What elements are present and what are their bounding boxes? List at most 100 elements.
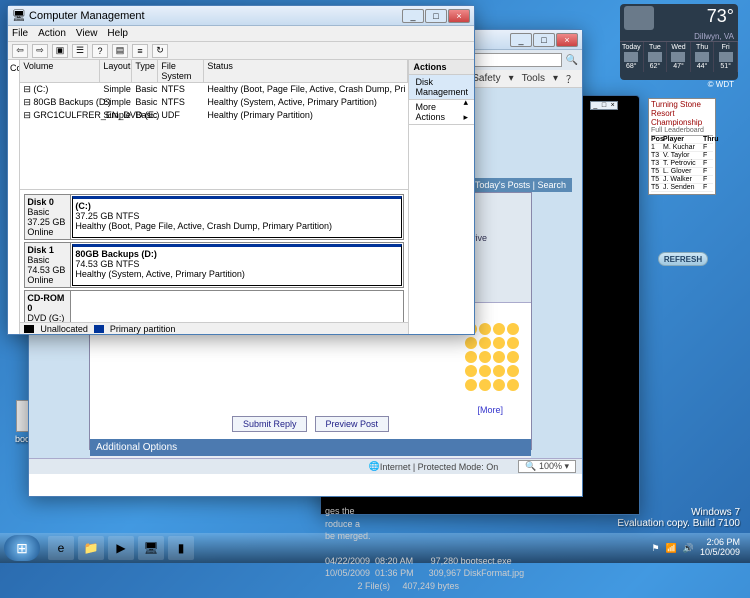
minimize-button[interactable]: _: [510, 33, 532, 47]
weather-location: Dillwyn, VA: [620, 32, 738, 41]
tree-node[interactable]: Services and Applications: [10, 182, 20, 194]
menu-file[interactable]: File: [12, 28, 28, 39]
refresh-icon[interactable]: ↻: [152, 44, 168, 58]
forecast-day[interactable]: Fri51°: [714, 42, 738, 72]
actions-header: Actions: [409, 60, 474, 75]
small-window-controls[interactable]: _□×: [590, 101, 618, 110]
forecast-day[interactable]: Today68°: [620, 42, 644, 72]
tree-node[interactable]: Disk Management: [10, 170, 20, 182]
tray-volume-icon[interactable]: 🔊: [683, 543, 694, 554]
maximize-button[interactable]: □: [533, 33, 555, 47]
system-tray[interactable]: ⚑ 📶 🔊 2:06 PM 10/5/2009: [651, 538, 746, 558]
tray-clock[interactable]: 2:06 PM 10/5/2009: [700, 538, 740, 558]
volume-row[interactable]: ⊟ 80GB Backups (D:)SimpleBasicNTFSHealth…: [20, 96, 408, 109]
tray-flag-icon[interactable]: ⚑: [651, 543, 659, 554]
cm-nav-tree[interactable]: Computer Management (Local)System ToolsT…: [8, 60, 20, 334]
weather-now-icon: [624, 6, 654, 30]
start-button[interactable]: ⊞: [4, 535, 40, 561]
submit-reply-button[interactable]: Submit Reply: [232, 416, 308, 432]
tray-network-icon[interactable]: 📶: [666, 543, 677, 554]
volume-row[interactable]: ⊟ (C:)SimpleBasicNTFSHealthy (Boot, Page…: [20, 83, 408, 96]
refresh-button[interactable]: REFRESH: [658, 252, 708, 266]
close-button[interactable]: ×: [556, 33, 578, 47]
app-icon: 🖥: [12, 9, 26, 22]
volume-row[interactable]: ⊟ GRC1CULFRER_EN_DVD (E:)SimpleBasicUDFH…: [20, 109, 408, 122]
leaderboard-row[interactable]: T5L. GloverF: [651, 168, 713, 176]
col-type[interactable]: Type: [132, 60, 158, 82]
col-layout[interactable]: Layout: [100, 60, 132, 82]
emoji-picker[interactable]: [465, 323, 525, 403]
zoom-control[interactable]: 🔍 100% ▾: [518, 460, 576, 473]
safety-menu[interactable]: Safety: [472, 73, 500, 84]
tree-node[interactable]: Local Users and Groups: [10, 122, 20, 134]
help-icon[interactable]: ？: [566, 71, 576, 86]
preview-post-button[interactable]: Preview Post: [315, 416, 390, 432]
disk-row[interactable]: Disk 0Basic37.25 GBOnline(C:)37.25 GB NT…: [24, 194, 404, 240]
computer-management-window[interactable]: 🖥 Computer Management _ □ × File Action …: [7, 5, 475, 335]
disk-graphical-pane[interactable]: Disk 0Basic37.25 GBOnline(C:)37.25 GB NT…: [20, 190, 408, 322]
cm-toolbar: ⇦ ⇨ ▣ ☰ ? ▤ ≡ ↻: [8, 42, 474, 60]
status-text: Internet | Protected Mode: On: [380, 462, 498, 472]
tree-node[interactable]: Computer Management (Local): [10, 62, 17, 74]
legend-primary-icon: [94, 325, 104, 333]
leaderboard-gadget[interactable]: Turning Stone Resort Championship Full L…: [648, 98, 716, 195]
forward-icon[interactable]: ⇨: [32, 44, 48, 58]
misc-options-label: Miscellaneous Options: [90, 456, 531, 458]
menu-view[interactable]: View: [76, 28, 98, 39]
view-icon[interactable]: ▤: [112, 44, 128, 58]
tools-menu[interactable]: Tools: [522, 73, 545, 84]
taskbar-explorer-icon[interactable]: 📁: [78, 536, 104, 560]
tree-node[interactable]: Shared Folders: [10, 110, 20, 122]
minimize-button[interactable]: _: [402, 9, 424, 23]
disk-legend: Unallocated Primary partition: [20, 322, 408, 334]
disk-row[interactable]: CD-ROM 0DVD (G:)No Media: [24, 290, 404, 322]
up-icon[interactable]: ▣: [52, 44, 68, 58]
lb-title: Turning Stone Resort Championship: [651, 101, 713, 127]
forecast-day[interactable]: Wed47°: [667, 42, 691, 72]
forecast-day[interactable]: Thu44°: [691, 42, 715, 72]
col-fs[interactable]: File System: [158, 60, 204, 82]
taskbar-wmp-icon[interactable]: ▶: [108, 536, 134, 560]
more-emoji-link[interactable]: [More]: [477, 405, 503, 415]
menu-help[interactable]: Help: [107, 28, 128, 39]
leaderboard-row[interactable]: T3T. PetrovicF: [651, 160, 713, 168]
cm-titlebar[interactable]: 🖥 Computer Management _ □ ×: [8, 6, 474, 26]
weather-temp: 73°: [707, 6, 734, 30]
tree-node[interactable]: Storage: [10, 158, 20, 170]
ie-status-bar: 🌐 Internet | Protected Mode: On 🔍 100% ▾: [29, 458, 582, 474]
taskbar-compmgmt-icon[interactable]: 🖥: [138, 536, 164, 560]
col-status[interactable]: Status: [204, 60, 408, 82]
action-disk-management[interactable]: Disk Management ▴: [409, 75, 474, 100]
search-icon[interactable]: 🔍: [566, 55, 578, 66]
tree-node[interactable]: Device Manager: [10, 146, 20, 158]
leaderboard-row[interactable]: T5J. WalkerF: [651, 176, 713, 184]
taskbar-ie-icon[interactable]: e: [48, 536, 74, 560]
tree-node[interactable]: Event Viewer: [10, 98, 20, 110]
leaderboard-row[interactable]: 1M. KucharF: [651, 144, 713, 152]
window-title: Computer Management: [29, 10, 145, 22]
back-icon[interactable]: ⇦: [12, 44, 28, 58]
disk-row[interactable]: Disk 1Basic74.53 GBOnline80GB Backups (D…: [24, 242, 404, 288]
help-icon[interactable]: ?: [92, 44, 108, 58]
weather-gadget[interactable]: 73° Dillwyn, VA Today68°Tue62°Wed47°Thu4…: [620, 4, 738, 80]
maximize-button[interactable]: □: [425, 9, 447, 23]
weather-brand: © WDT: [708, 80, 734, 89]
tree-node[interactable]: Performance: [10, 134, 20, 146]
taskbar-cmd-icon[interactable]: ▮: [168, 536, 194, 560]
close-button[interactable]: ×: [448, 9, 470, 23]
props-icon[interactable]: ☰: [72, 44, 88, 58]
cm-menubar: File Action View Help: [8, 26, 474, 42]
volume-list-pane[interactable]: Volume Layout Type File System Status ⊟ …: [20, 60, 408, 190]
additional-options-header[interactable]: Additional Options: [90, 439, 531, 456]
col-volume[interactable]: Volume: [20, 60, 100, 82]
lb-subtitle[interactable]: Full Leaderboard: [651, 127, 713, 136]
tree-node[interactable]: Task Scheduler: [10, 86, 20, 98]
leaderboard-row[interactable]: T5J. SendenF: [651, 184, 713, 192]
tree-node[interactable]: System Tools: [10, 74, 20, 86]
leaderboard-row[interactable]: T3V. TaylorF: [651, 152, 713, 160]
menu-action[interactable]: Action: [38, 28, 66, 39]
actions-pane: Actions Disk Management ▴ More Actions ▸: [408, 60, 474, 334]
forecast-day[interactable]: Tue62°: [644, 42, 668, 72]
list-icon[interactable]: ≡: [132, 44, 148, 58]
zone-icon: 🌐: [369, 461, 380, 472]
